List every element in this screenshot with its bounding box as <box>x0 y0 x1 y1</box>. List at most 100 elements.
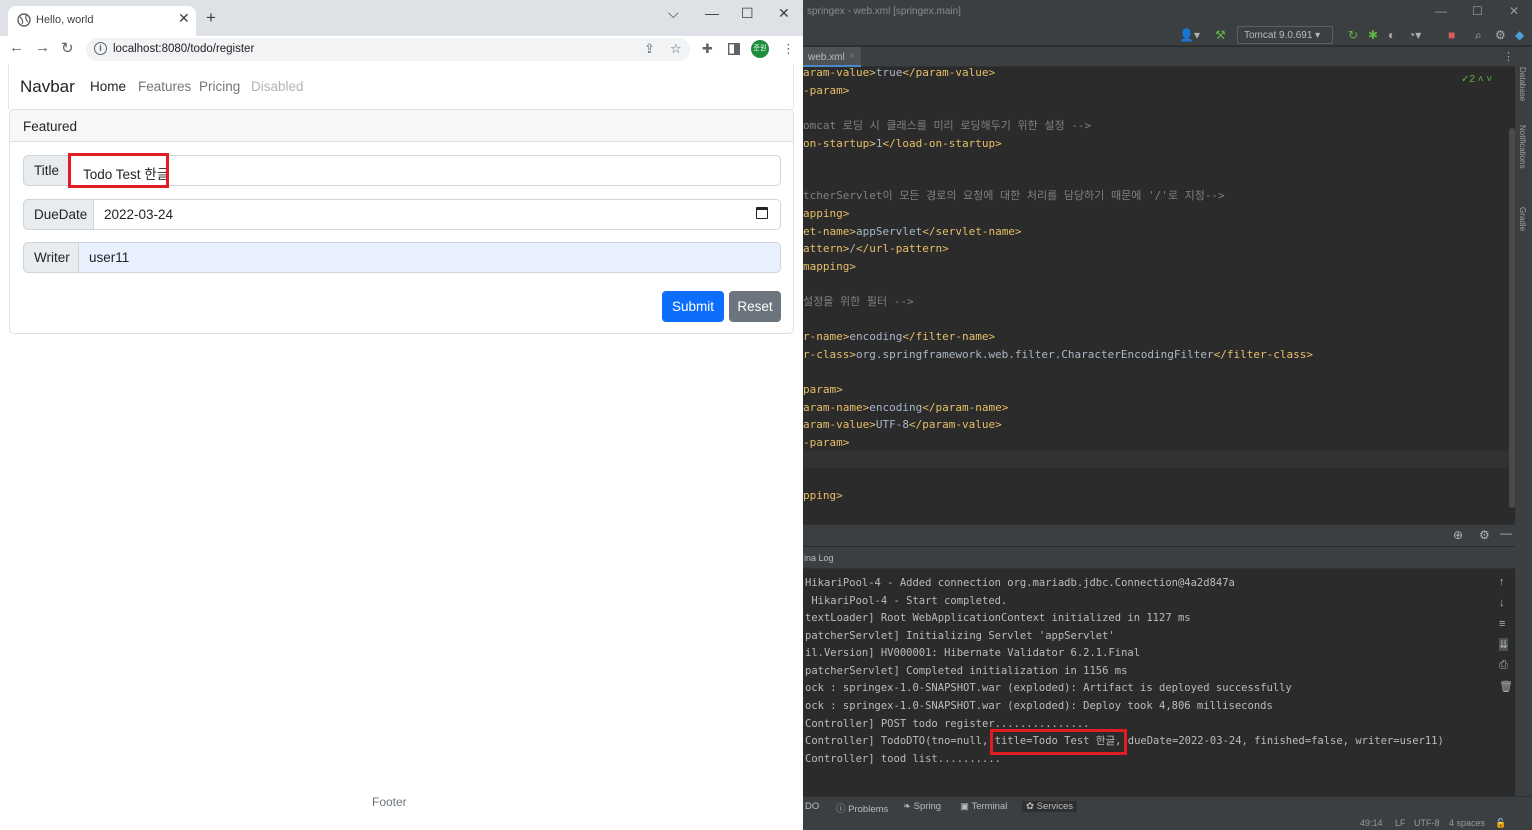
duedate-label: DueDate <box>23 199 94 230</box>
nav-link-features[interactable]: Features <box>138 79 191 94</box>
duedate-input[interactable]: 2022-03-24 <box>94 199 781 230</box>
nav-link-home[interactable]: Home <box>90 79 126 94</box>
hide-panel-icon[interactable]: — <box>1500 526 1512 540</box>
nav-link-disabled: Disabled <box>251 79 304 94</box>
ide-minimize-icon[interactable]: — <box>1435 4 1447 18</box>
console-line: Controller] tood list.......... <box>805 753 1001 765</box>
search-icon[interactable]: ⌕ <box>1475 28 1482 43</box>
tab-label: web.xml <box>808 52 845 63</box>
duedate-input-group: DueDate 2022-03-24 <box>23 199 781 230</box>
more-icon[interactable]: ⋮ <box>1503 50 1514 63</box>
sidebar-icon[interactable] <box>728 43 740 55</box>
build-hammer-icon[interactable]: ⚒ <box>1215 28 1226 42</box>
inspection-badge[interactable]: ✓2 ˄ ˅ <box>1461 74 1492 85</box>
code-line: r-name>encoding</filter-name> <box>803 330 996 343</box>
back-arrow-icon[interactable]: ← <box>9 39 24 56</box>
writer-input[interactable]: user11 <box>79 242 781 273</box>
avatar[interactable]: 준원 <box>751 40 769 58</box>
run-config-select[interactable]: Tomcat 9.0.691 ▾ <box>1237 26 1333 44</box>
close-tab-icon[interactable]: × <box>849 51 855 62</box>
calendar-icon[interactable] <box>756 207 768 219</box>
lock-icon[interactable]: 🔓 <box>1495 818 1506 829</box>
scroll-to-end-icon[interactable]: ⇊ <box>1499 638 1509 651</box>
user-icon[interactable]: 👤▾ <box>1179 28 1200 42</box>
tab-services[interactable]: ✿ Services <box>1022 801 1078 812</box>
console-line: textLoader] Root WebApplicationContext i… <box>805 612 1191 624</box>
code-line: mapping> <box>803 260 856 273</box>
indent-setting[interactable]: 4 spaces <box>1449 818 1485 828</box>
extensions-icon[interactable]: ✚ <box>702 41 713 57</box>
code-line: apping> <box>803 207 850 220</box>
forward-arrow-icon[interactable]: → <box>35 39 50 56</box>
soft-wrap-icon[interactable]: ≡ <box>1499 618 1505 630</box>
cursor-position[interactable]: 49:14 <box>1360 818 1383 828</box>
nav-link-pricing[interactable]: Pricing <box>199 79 240 94</box>
address-bar[interactable]: i localhost:8080/todo/register ⇪ ☆ <box>86 38 690 61</box>
menu-icon[interactable]: ⋮ <box>782 41 795 57</box>
close-window-icon[interactable]: ✕ <box>778 5 790 22</box>
code-line: omcat 로딩 시 클래스를 미리 로딩해두기 위한 설정 --> <box>803 119 1092 132</box>
console-line: patcherServlet] Initializing Servlet 'ap… <box>805 630 1115 642</box>
footer-text: Footer <box>372 795 407 809</box>
rerun-icon[interactable]: ↻ <box>1348 28 1358 42</box>
trash-icon[interactable]: 🗑 <box>1499 680 1513 693</box>
debug-icon[interactable]: ✱ <box>1368 28 1378 42</box>
tab-todo[interactable]: DO <box>805 801 819 812</box>
code-line: param> <box>803 383 843 396</box>
database-tool[interactable]: Database <box>1518 67 1527 101</box>
tab-spring[interactable]: ❧ Spring <box>903 801 941 812</box>
gear-icon[interactable]: ⚙ <box>1495 28 1506 42</box>
scroll-down-icon[interactable]: ↓ <box>1499 597 1505 609</box>
title-input[interactable]: Todo Test 한글 <box>69 155 781 186</box>
toolbox-icon[interactable]: ◆ <box>1515 28 1524 42</box>
code-editor[interactable]: ✓2 ˄ ˅ aram-value>true</param-value> -pa… <box>803 66 1515 523</box>
code-line: et-name>appServlet</servlet-name> <box>803 225 1022 238</box>
tab-search-icon[interactable]: ⌵ <box>668 5 679 22</box>
tab-catalina-log[interactable]: ina Log <box>804 553 834 563</box>
globe-icon[interactable]: ⊕ <box>1453 528 1463 542</box>
reset-button[interactable]: Reset <box>729 291 781 322</box>
card-title: Featured <box>23 119 78 134</box>
right-tool-strip: Database Notifications Gradle <box>1515 47 1532 797</box>
scroll-up-icon[interactable]: ↑ <box>1499 576 1505 588</box>
browser-tab[interactable]: Hello, world ✕ <box>8 6 196 36</box>
url-text[interactable]: localhost:8080/todo/register <box>113 43 254 55</box>
maximize-icon[interactable]: ☐ <box>741 5 754 22</box>
stop-icon[interactable]: ■ <box>1448 28 1455 42</box>
run-panel-header: ⊕ ⚙ — <box>803 524 1515 546</box>
print-icon[interactable]: ⎙ <box>1499 659 1508 672</box>
info-icon[interactable]: i <box>94 42 107 55</box>
gear-icon[interactable]: ⚙ <box>1479 528 1490 542</box>
editor-tabs: web.xml × ⋮ <box>803 47 1515 67</box>
run-config-label: Tomcat 9.0.691 <box>1244 30 1313 41</box>
ide-close-icon[interactable]: ✕ <box>1509 4 1519 18</box>
line-separator[interactable]: LF <box>1395 818 1406 828</box>
new-tab-icon[interactable]: + <box>206 9 216 26</box>
tab-title: Hello, world <box>36 14 94 26</box>
ide-maximize-icon[interactable]: ☐ <box>1472 4 1483 18</box>
gradle-tool[interactable]: Gradle <box>1518 207 1527 231</box>
coverage-icon[interactable]: ◐ <box>1388 28 1395 42</box>
console-line: ock : springex-1.0-SNAPSHOT.war (explode… <box>805 700 1273 712</box>
console-output[interactable]: HikariPool-4 - Added connection org.mari… <box>803 570 1493 796</box>
navbar-brand[interactable]: Navbar <box>20 77 75 97</box>
profile-icon[interactable]: ◔▾ <box>1408 28 1421 42</box>
reload-icon[interactable]: ↻ <box>61 39 74 57</box>
console-line: HikariPool-4 - Added connection org.mari… <box>805 577 1235 589</box>
notifications-tool[interactable]: Notifications <box>1518 125 1527 169</box>
share-icon[interactable]: ⇪ <box>644 41 655 57</box>
status-bar: 49:14 LF UTF-8 4 spaces 🔓 <box>803 816 1532 830</box>
submit-button[interactable]: Submit <box>662 291 724 322</box>
tab-problems[interactable]: ⓘ Problems <box>836 801 888 815</box>
tab-terminal[interactable]: ▣ Terminal <box>960 801 1007 812</box>
console-line: patcherServlet] Completed initialization… <box>805 665 1128 677</box>
run-panel-tabs: ina Log <box>803 547 1515 569</box>
tab-web-xml[interactable]: web.xml × <box>803 47 861 67</box>
file-encoding[interactable]: UTF-8 <box>1414 818 1440 828</box>
minimize-icon[interactable]: — <box>705 5 719 21</box>
ide-toolbar: 👤▾ ⚒ Tomcat 9.0.691 ▾ ↻ ✱ ◐ ◔▾ ■ ⌕ ⚙ ◆ <box>803 24 1532 46</box>
code-line: -param> <box>803 84 850 97</box>
code-line: on-startup>1</load-on-startup> <box>803 137 1002 150</box>
star-icon[interactable]: ☆ <box>670 41 682 57</box>
tab-close-icon[interactable]: ✕ <box>178 10 190 27</box>
